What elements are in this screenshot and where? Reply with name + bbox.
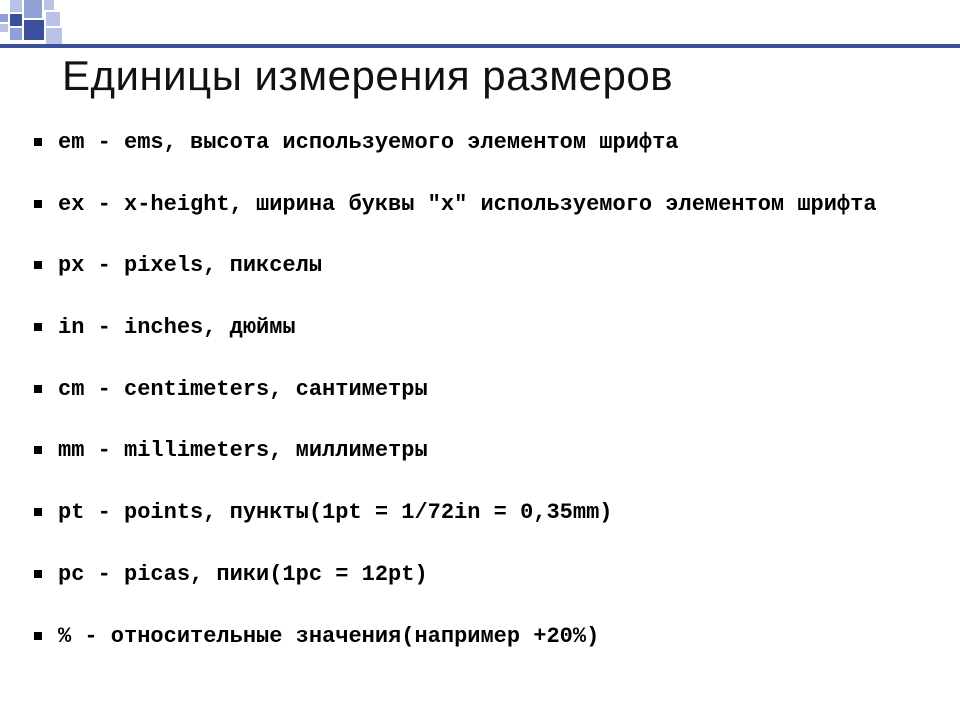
list-item: cm - centimeters, сантиметры <box>30 375 930 405</box>
list-item: pt - points, пункты(1pt = 1/72in = 0,35m… <box>30 498 930 528</box>
header-rule <box>0 44 960 48</box>
list-item: in - inches, дюймы <box>30 313 930 343</box>
slide: Единицы измерения размеров em - ems, выс… <box>0 0 960 720</box>
content-area: em - ems, высота используемого элементом… <box>30 128 930 683</box>
list-item: em - ems, высота используемого элементом… <box>30 128 930 158</box>
list-item: px - pixels, пикселы <box>30 251 930 281</box>
list-item: ex - x-height, ширина буквы "х" использу… <box>30 190 930 220</box>
units-list: em - ems, высота используемого элементом… <box>30 128 930 651</box>
list-item: pc - picas, пики(1pc = 12pt) <box>30 560 930 590</box>
list-item: % - относительные значения(например +20%… <box>30 622 930 652</box>
list-item: mm - millimeters, миллиметры <box>30 436 930 466</box>
page-title: Единицы измерения размеров <box>62 52 673 100</box>
